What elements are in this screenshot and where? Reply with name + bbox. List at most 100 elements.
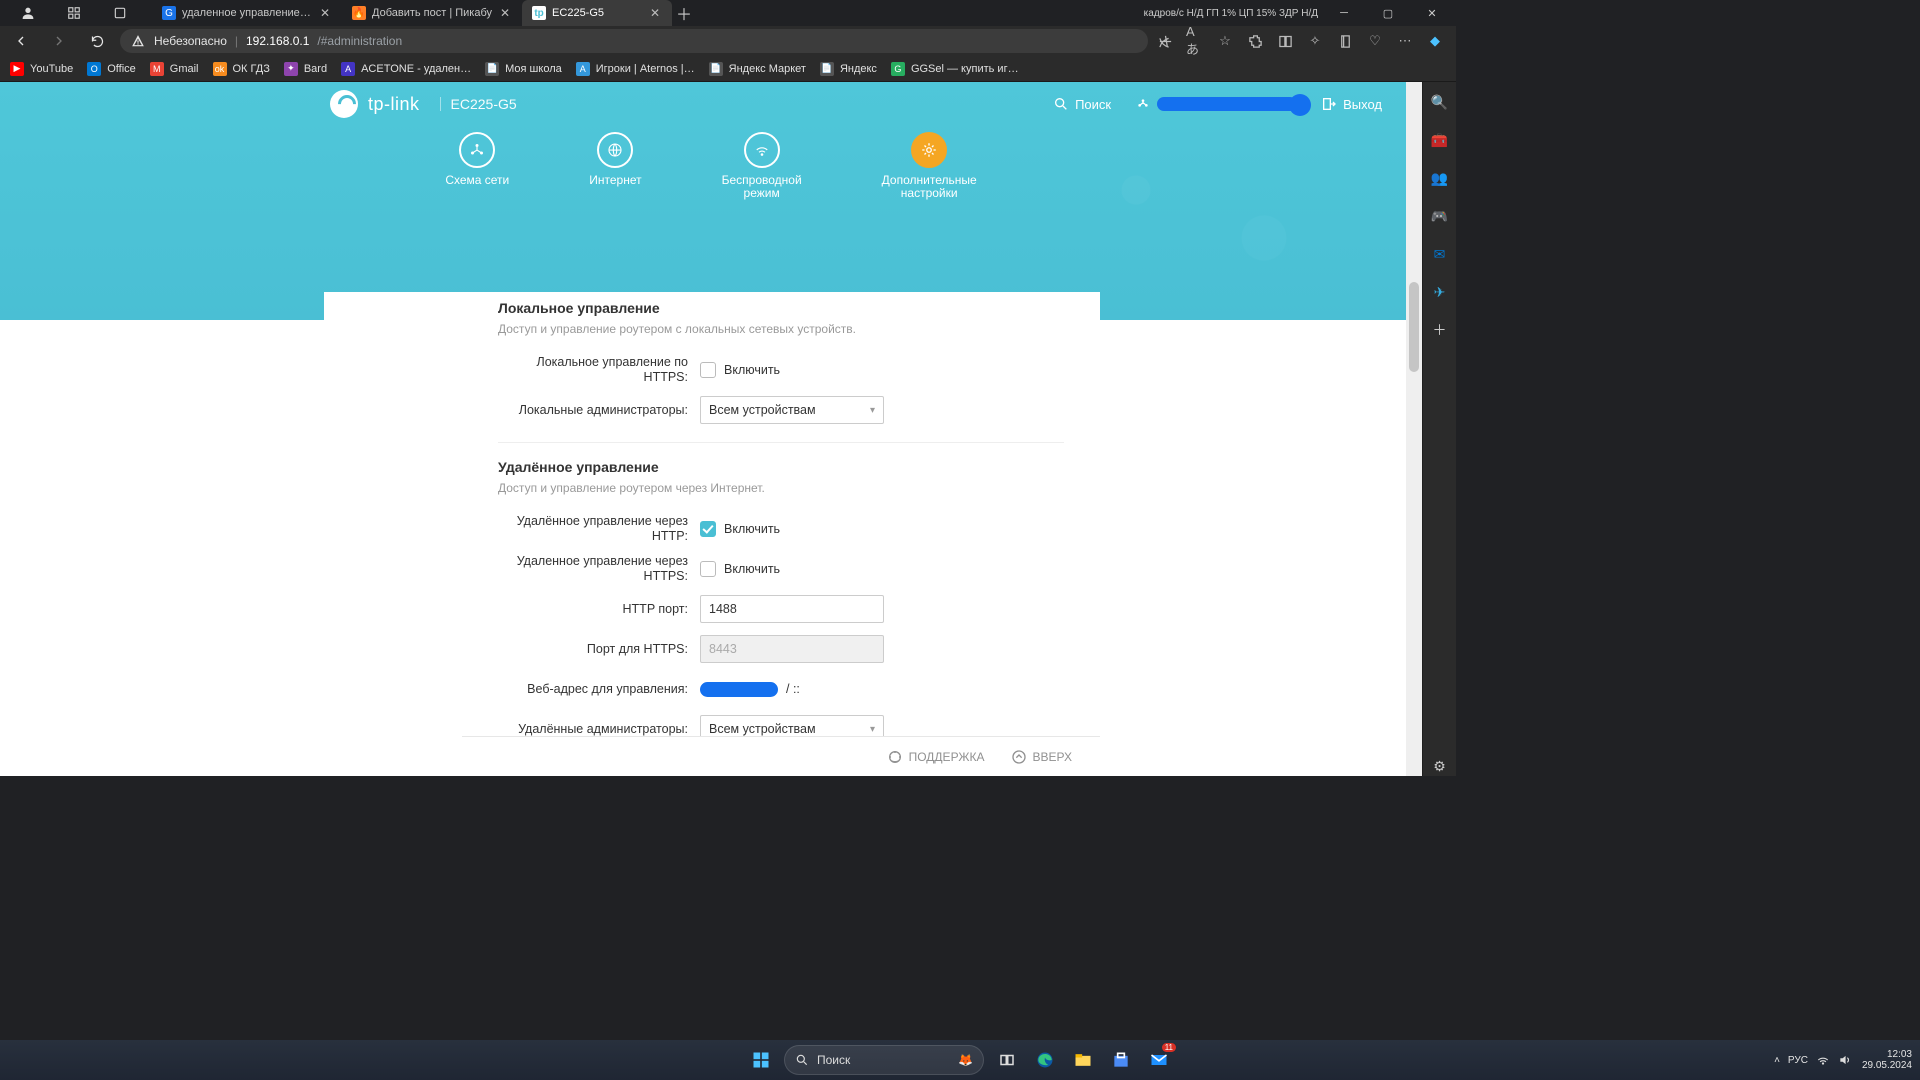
bookmark-item[interactable]: 📄Моя школа <box>485 62 562 76</box>
tab-actions-icon[interactable] <box>102 0 138 26</box>
edge-telegram-icon[interactable]: ✈ <box>1430 282 1450 302</box>
search-placeholder: Поиск <box>817 1053 850 1067</box>
language-indicator[interactable]: РУС <box>1788 1055 1808 1066</box>
tab-advanced[interactable]: Дополнительные настройки <box>882 132 977 200</box>
start-button[interactable] <box>746 1045 776 1075</box>
divider <box>498 442 1064 443</box>
reload-button[interactable] <box>82 26 112 56</box>
user-redacted <box>1157 97 1297 111</box>
close-window-button[interactable]: ✕ <box>1414 0 1450 26</box>
tray-chevron-icon[interactable]: ˄ <box>1774 1055 1780 1066</box>
remote-http-checkbox[interactable] <box>700 521 716 537</box>
scroll-top-button[interactable]: ВВЕРХ <box>1011 749 1072 765</box>
router-user[interactable] <box>1135 96 1297 112</box>
volume-icon[interactable] <box>1838 1053 1852 1067</box>
translate-icon[interactable] <box>1156 32 1174 50</box>
back-button[interactable] <box>6 26 36 56</box>
network-icon[interactable] <box>1816 1053 1830 1067</box>
tab-internet[interactable]: Интернет <box>589 132 641 200</box>
mail-taskbar-icon[interactable]: 11 <box>1144 1045 1174 1075</box>
split-screen-icon[interactable] <box>1276 32 1294 50</box>
http-port-input[interactable]: 1488 <box>700 595 884 623</box>
tab-network-map[interactable]: Схема сети <box>445 132 509 200</box>
workspaces-icon[interactable] <box>56 0 92 26</box>
tab-label: Схема сети <box>445 174 509 187</box>
close-icon[interactable]: ✕ <box>648 6 662 20</box>
page-scrollbar[interactable] <box>1406 82 1422 776</box>
bookmark-item[interactable]: okОК ГДЗ <box>213 62 270 76</box>
close-icon[interactable]: ✕ <box>498 6 512 20</box>
favorite-icon[interactable]: ☆ <box>1216 32 1234 50</box>
system-tray[interactable]: ˄ РУС <box>1774 1053 1852 1067</box>
bookmark-item[interactable]: AACETONE - удален… <box>341 62 471 76</box>
copilot-icon[interactable]: ◆ <box>1426 32 1444 50</box>
taskbar-clock[interactable]: 12:03 29.05.2024 <box>1862 1049 1912 1071</box>
bookmark-icon: ✦ <box>284 62 298 76</box>
maximize-button[interactable]: ▢ <box>1370 0 1406 26</box>
bookmark-item[interactable]: 📄Яндекс Маркет <box>709 62 806 76</box>
checkbox-label: Включить <box>724 522 780 536</box>
bookmark-label: Bard <box>304 63 327 75</box>
router-search[interactable]: Поиск <box>1053 96 1111 112</box>
select-value: Всем устройствам <box>709 403 816 417</box>
tab-wireless[interactable]: Беспроводной режим <box>722 132 802 200</box>
bookmark-item[interactable]: MGmail <box>150 62 199 76</box>
bookmark-item[interactable]: GGGSel — купить иг… <box>891 62 1019 76</box>
forward-button[interactable] <box>44 26 74 56</box>
store-taskbar-icon[interactable] <box>1106 1045 1136 1075</box>
router-logo: tp-link EC225-G5 <box>330 90 517 118</box>
edge-taskbar-icon[interactable] <box>1030 1045 1060 1075</box>
edge-search-icon[interactable]: 🔍 <box>1430 92 1450 112</box>
bookmark-label: Яндекс <box>840 63 877 75</box>
new-tab-button[interactable]: ＋ <box>672 1 696 25</box>
taskbar-search[interactable]: Поиск 🦊 <box>784 1045 984 1075</box>
minimize-button[interactable]: ─ <box>1326 0 1362 26</box>
remote-https-checkbox[interactable] <box>700 561 716 577</box>
bookmark-item[interactable]: OOffice <box>87 62 136 76</box>
edge-add-icon[interactable]: ＋ <box>1430 320 1450 340</box>
browser-essentials-icon[interactable]: ♡ <box>1366 32 1384 50</box>
edge-games-icon[interactable]: 🎮 <box>1430 206 1450 226</box>
select-value: Всем устройствам <box>709 722 816 736</box>
browser-tab[interactable]: G удаленное управление роутер… ✕ <box>152 0 342 26</box>
browser-tab[interactable]: 🔥 Добавить пост | Пикабу ✕ <box>342 0 522 26</box>
checkbox-label: Включить <box>724 363 780 377</box>
ip-redacted <box>700 682 778 697</box>
edge-people-icon[interactable]: 👥 <box>1430 168 1450 188</box>
favicon-icon: 🔥 <box>352 6 366 20</box>
bookmark-icon: A <box>341 62 355 76</box>
favorites-bar-icon[interactable]: ✧ <box>1306 32 1324 50</box>
edge-sidebar: 🔍 🧰 👥 🎮 ✉ ✈ ＋ ⚙ <box>1422 82 1456 776</box>
extensions-icon[interactable] <box>1246 32 1264 50</box>
brand-label: tp-link <box>368 94 420 115</box>
close-icon[interactable]: ✕ <box>318 6 332 20</box>
edge-tools-icon[interactable]: 🧰 <box>1430 130 1450 150</box>
read-aloud-icon[interactable]: Aあ <box>1186 32 1204 50</box>
local-admins-select[interactable]: Всем устройствам▾ <box>700 396 884 424</box>
more-icon[interactable]: ⋯ <box>1396 32 1414 50</box>
bookmark-item[interactable]: AИгроки | Aternos |… <box>576 62 695 76</box>
bookmark-item[interactable]: 📄Яндекс <box>820 62 877 76</box>
tab-title: удаленное управление роутер… <box>182 7 312 19</box>
bookmark-item[interactable]: ▶YouTube <box>10 62 73 76</box>
local-https-checkbox[interactable] <box>700 362 716 378</box>
edge-settings-icon[interactable]: ⚙ <box>1430 756 1450 776</box>
scroll-thumb[interactable] <box>1409 282 1419 372</box>
tplink-logo-icon <box>330 90 358 118</box>
address-field[interactable]: Небезопасно | 192.168.0.1/#administratio… <box>120 29 1148 53</box>
field-label: Локальные администраторы: <box>498 403 700 418</box>
logout-button[interactable]: Выход <box>1321 96 1382 112</box>
edge-outlook-icon[interactable]: ✉ <box>1430 244 1450 264</box>
browser-tab[interactable]: tp EC225-G5 ✕ <box>522 0 672 26</box>
support-button[interactable]: ПОДДЕРЖКА <box>887 749 985 765</box>
section-desc: Доступ и управление роутером с локальных… <box>498 322 1064 336</box>
task-view-button[interactable] <box>992 1045 1022 1075</box>
bookmark-label: Office <box>107 63 136 75</box>
explorer-taskbar-icon[interactable] <box>1068 1045 1098 1075</box>
tab-label: Интернет <box>589 174 641 187</box>
profile-icon[interactable] <box>10 0 46 26</box>
collections-icon[interactable] <box>1336 32 1354 50</box>
tab-title: Добавить пост | Пикабу <box>372 7 492 19</box>
bookmark-item[interactable]: ✦ Bard <box>284 62 327 76</box>
search-doodle-icon: 🦊 <box>958 1053 973 1067</box>
